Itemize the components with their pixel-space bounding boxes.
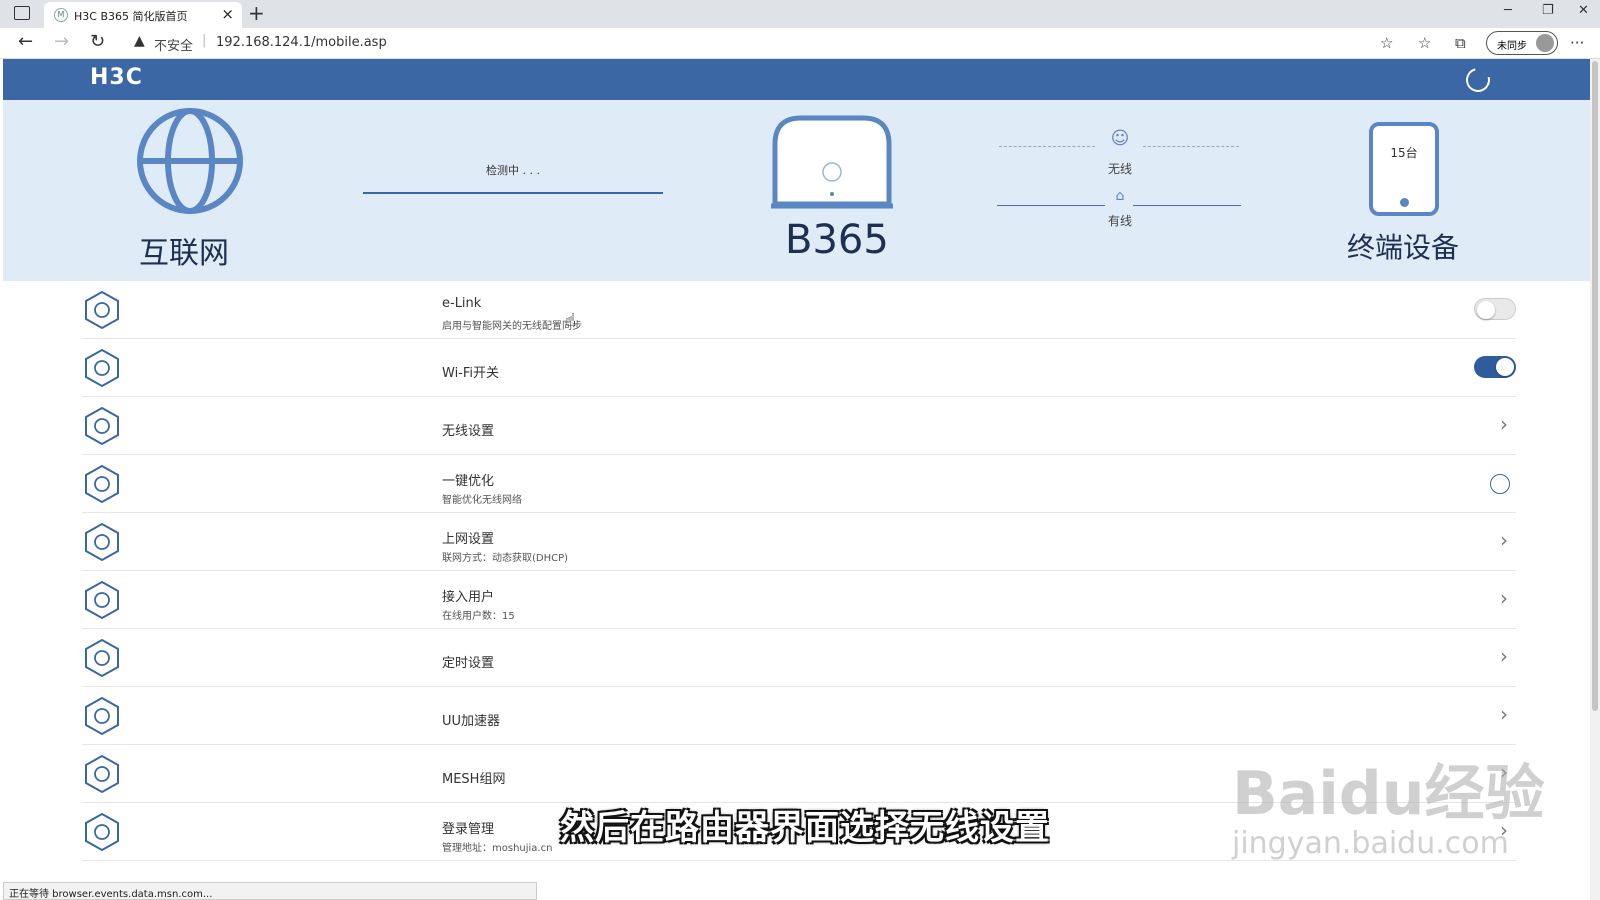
globe-settings-icon (82, 522, 122, 562)
settings-row-title: 上网设置 (442, 532, 495, 547)
settings-row[interactable]: 无线设置 › (82, 398, 1516, 455)
settings-row[interactable]: Wi-Fi开关 (82, 340, 1516, 397)
scrollbar[interactable] (1590, 59, 1600, 900)
optimize-icon[interactable] (1490, 474, 1510, 494)
settings-row-title: 定时设置 (442, 656, 495, 671)
settings-row-subtitle: 管理地址：moshujia.cn (442, 843, 553, 854)
collections-icon[interactable]: ⧉ (1455, 34, 1466, 52)
favicon-icon: M (54, 8, 68, 22)
router-icon (771, 115, 893, 209)
favorites-icon[interactable]: ☆ (1418, 34, 1431, 52)
internet-label: 互联网 (139, 236, 229, 271)
internet-link-line (363, 192, 663, 194)
settings-row-title: e-Link (442, 296, 482, 311)
warning-icon: ▲ (134, 33, 145, 49)
settings-row-title: Wi-Fi开关 (442, 366, 500, 381)
scrollbar-thumb[interactable] (1592, 61, 1598, 711)
chevron-right-icon[interactable]: › (1500, 644, 1508, 668)
hand-cursor-icon: ☝ (565, 310, 576, 331)
wireless-label: 无线 (1107, 162, 1132, 176)
window-close-icon[interactable]: ✕ (1578, 3, 1589, 18)
gamepad-icon (82, 696, 122, 736)
wifi-icon (82, 348, 122, 388)
toggle-knob (1496, 358, 1514, 376)
settings-row[interactable]: 定时设置 › (82, 630, 1516, 687)
watermark-url: jingyan.baidu.com (1232, 826, 1509, 861)
refresh-icon (82, 464, 122, 504)
address-bar-row: ← → ↻ ▲ 不安全 | 192.168.124.1/mobile.asp ☆… (0, 28, 1600, 59)
separator: | (202, 33, 207, 48)
settings-row[interactable]: 接入用户在线用户数：15 › (82, 572, 1516, 629)
settings-row-subtitle: 联网方式：动态获取(DHCP) (442, 553, 569, 564)
video-caption: 然后在路由器界面选择无线设置 (560, 808, 1050, 848)
watermark-brand: Baidu经验 (1232, 759, 1545, 829)
reload-icon[interactable]: ↻ (90, 31, 105, 52)
close-tab-icon[interactable]: × (221, 5, 234, 23)
wired-line-right (1133, 205, 1241, 206)
globe-icon (137, 108, 243, 214)
settings-row[interactable]: UU加速器 › (82, 688, 1516, 745)
network-topology: 互联网 检测中 . . . B365 ☺ 无线 ⌂ 有线 15台 终端设备 (3, 100, 1590, 281)
user-icon: ☺ (1110, 128, 1130, 149)
phone-home-button (1400, 198, 1409, 207)
back-icon[interactable]: ← (18, 31, 33, 52)
login-icon (82, 812, 122, 852)
security-label: 不安全 (154, 39, 194, 54)
tab-actions-icon[interactable] (14, 6, 30, 20)
browser-tab[interactable]: M H3C B365 简化版首页 × (44, 2, 242, 28)
settings-row-subtitle: 智能优化无线网络 (442, 495, 522, 506)
tab-title: H3C B365 简化版首页 (74, 10, 188, 23)
router-model: B365 (785, 217, 889, 263)
detect-status: 检测中 . . . (486, 164, 540, 177)
refresh-icon[interactable] (1461, 63, 1495, 97)
devices-label: 终端设备 (1347, 231, 1460, 264)
phone-icon: 15台 (1369, 122, 1439, 216)
chevron-right-icon[interactable]: › (1500, 528, 1508, 552)
forward-icon[interactable]: → (54, 31, 69, 52)
profile-sync-button[interactable]: 未同步 (1486, 31, 1558, 55)
device-count: 15台 (1390, 146, 1418, 160)
sync-label: 未同步 (1497, 41, 1527, 52)
new-tab-button[interactable]: + (248, 1, 265, 25)
user-icon (82, 580, 122, 620)
settings-row-title: UU加速器 (442, 714, 501, 729)
wired-line-left (997, 205, 1105, 206)
wifi-settings-icon (82, 406, 122, 446)
settings-row[interactable]: e-Link 启用与智能网关的无线配置同步 (82, 282, 1516, 339)
alarm-clock-icon (82, 638, 122, 678)
status-bar: 正在等待 browser.events.data.msn.com... (3, 882, 537, 900)
settings-row[interactable]: 一键优化智能优化无线网络 (82, 456, 1516, 513)
toggle-switch[interactable] (1474, 298, 1516, 320)
h3c-logo: H3C (90, 65, 143, 90)
minimize-icon[interactable]: ─ (1504, 3, 1512, 18)
chevron-right-icon[interactable]: › (1500, 586, 1508, 610)
app-header: H3C (3, 59, 1590, 100)
settings-row-subtitle: 启用与智能网关的无线配置同步 (442, 321, 582, 332)
avatar (1536, 34, 1554, 52)
chevron-right-icon[interactable]: › (1500, 412, 1508, 436)
settings-row[interactable]: 上网设置联网方式：动态获取(DHCP) › (82, 514, 1516, 571)
ethernet-icon: ⌂ (1115, 188, 1125, 204)
chevron-right-icon[interactable]: › (1500, 702, 1508, 726)
url-field[interactable]: ▲ 不安全 | 192.168.124.1/mobile.asp (124, 32, 1404, 55)
mesh-icon (82, 754, 122, 794)
browser-tab-bar: M H3C B365 简化版首页 × + ─ ❐ ✕ (0, 0, 1600, 28)
settings-row-title: 一键优化 (442, 474, 495, 489)
settings-row-title: 登录管理 (442, 822, 495, 837)
wireless-line-right (1143, 146, 1239, 147)
restore-icon[interactable]: ❐ (1542, 3, 1554, 18)
settings-row-subtitle: 在线用户数：15 (442, 611, 515, 622)
wireless-line-left (999, 146, 1095, 147)
url-text: 192.168.124.1/mobile.asp (216, 35, 387, 50)
settings-row-title: MESH组网 (442, 772, 506, 787)
toggle-knob (1477, 301, 1495, 319)
more-menu-icon[interactable]: ··· (1570, 34, 1584, 52)
settings-row-title: 接入用户 (442, 590, 495, 605)
settings-row-title: 无线设置 (442, 424, 495, 439)
add-favorite-icon[interactable]: ☆ (1380, 34, 1393, 52)
toggle-switch[interactable] (1474, 356, 1516, 378)
wired-label: 有线 (1107, 214, 1132, 228)
gear-icon (82, 290, 122, 330)
